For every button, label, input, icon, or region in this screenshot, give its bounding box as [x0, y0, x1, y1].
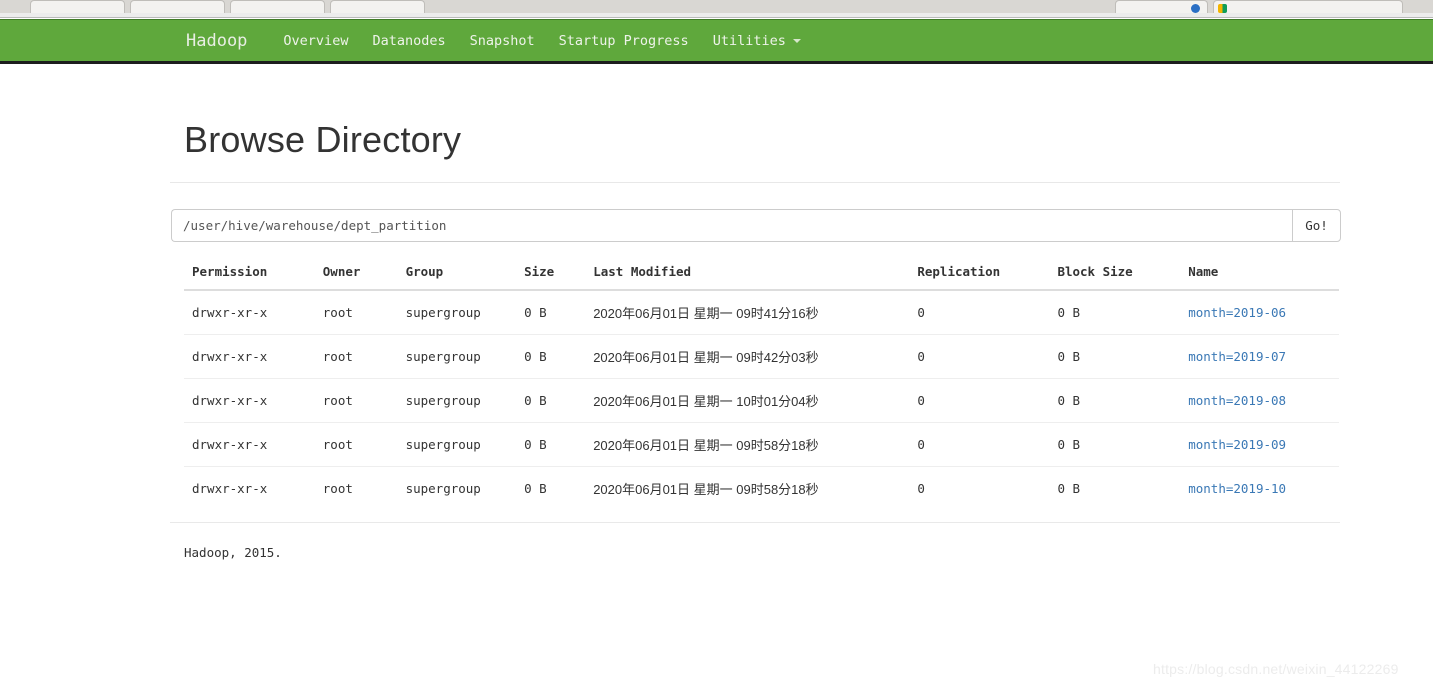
table-row: drwxr-xr-x root supergroup 0 B 2020年06月0… — [184, 290, 1339, 335]
navbar-brand-hadoop[interactable]: Hadoop — [177, 31, 256, 51]
table-body: drwxr-xr-x root supergroup 0 B 2020年06月0… — [184, 290, 1339, 510]
column-header-block-size[interactable]: Block Size — [1049, 259, 1181, 291]
browser-tab[interactable] — [130, 0, 225, 13]
browser-tab-active[interactable] — [1213, 0, 1403, 13]
google-favicon — [1218, 4, 1227, 13]
cell-permission: drwxr-xr-x — [192, 305, 268, 320]
directory-link[interactable]: month=2019-09 — [1188, 437, 1286, 452]
cell-owner: root — [322, 305, 353, 320]
footer-divider — [170, 522, 1340, 523]
cell-last-modified: 2020年06月01日 星期一 09时58分18秒 — [585, 422, 910, 467]
directory-link[interactable]: month=2019-07 — [1188, 349, 1286, 364]
cell-owner: root — [314, 334, 398, 379]
cell-block-size: 0 B — [1049, 466, 1181, 510]
nav-item-overview[interactable]: Overview — [271, 33, 360, 49]
title-divider — [170, 182, 1340, 183]
table-header: Permission Owner Group Size Last Modifie… — [184, 259, 1339, 291]
cell-block-size: 0 B — [1049, 422, 1181, 467]
cell-group: supergroup — [397, 466, 517, 510]
cell-replication: 0 — [909, 334, 1050, 379]
watermark: https://blog.csdn.net/weixin_44122269 — [1153, 661, 1399, 677]
directory-link[interactable]: month=2019-06 — [1188, 305, 1286, 320]
browser-tab[interactable] — [30, 0, 125, 13]
cell-block-size: 0 B — [1049, 334, 1181, 379]
cell-last-modified: 2020年06月01日 星期一 09时42分03秒 — [585, 334, 910, 379]
cell-owner: root — [314, 422, 398, 467]
cell-group: supergroup — [397, 378, 517, 423]
browser-tab-active[interactable] — [1115, 0, 1208, 13]
navbar-items: Hadoop Overview Datanodes Snapshot Start… — [177, 20, 813, 62]
go-button[interactable]: Go! — [1292, 209, 1341, 242]
cell-owner: root — [314, 466, 398, 510]
nav-item-datanodes[interactable]: Datanodes — [360, 33, 457, 49]
main-navbar: Hadoop Overview Datanodes Snapshot Start… — [0, 19, 1433, 64]
column-header-last-modified[interactable]: Last Modified — [585, 259, 910, 291]
cell-name: month=2019-07 — [1180, 334, 1339, 379]
cell-size: 0 B — [516, 466, 586, 510]
page-title: Browse Directory — [184, 119, 462, 160]
directory-table: Permission Owner Group Size Last Modifie… — [184, 259, 1339, 510]
nav-item-utilities-label: Utilities — [712, 33, 786, 49]
cell-replication: 0 — [909, 466, 1050, 510]
nav-item-startup-progress[interactable]: Startup Progress — [547, 33, 701, 49]
cell-permission: drwxr-xr-x — [184, 466, 315, 510]
cell-size: 0 B — [516, 378, 586, 423]
cell-last-modified: 2020年06月01日 星期一 10时01分04秒 — [585, 378, 910, 423]
column-header-size[interactable]: Size — [516, 259, 586, 291]
table-row: drwxr-xr-x root supergroup 0 B 2020年06月0… — [184, 334, 1339, 379]
blue-circle-favicon — [1191, 4, 1200, 13]
browser-tab[interactable] — [330, 0, 425, 13]
cell-block-size: 0 B — [1049, 378, 1181, 423]
browser-chrome-divider — [0, 13, 1433, 18]
path-input[interactable] — [171, 209, 1292, 242]
cell-group: supergroup — [397, 334, 517, 379]
column-header-name[interactable]: Name — [1180, 259, 1339, 291]
browser-chrome — [0, 0, 1433, 13]
table-row: drwxr-xr-x root supergroup 0 B 2020年06月0… — [184, 466, 1339, 510]
cell-name: month=2019-06 — [1180, 290, 1339, 335]
nav-item-snapshot[interactable]: Snapshot — [458, 33, 547, 49]
chevron-down-icon — [792, 39, 801, 43]
cell-permission: drwxr-xr-x — [184, 378, 315, 423]
table-row: drwxr-xr-x root supergroup 0 B 2020年06月0… — [184, 422, 1339, 467]
directory-link[interactable]: month=2019-08 — [1188, 393, 1286, 408]
cell-size: 0 B — [524, 305, 547, 320]
cell-last-modified: 2020年06月01日 星期一 09时58分18秒 — [585, 466, 910, 510]
browser-tab[interactable] — [230, 0, 325, 13]
cell-replication: 0 — [917, 305, 925, 320]
directory-link[interactable]: month=2019-10 — [1188, 481, 1286, 496]
column-header-group[interactable]: Group — [397, 259, 517, 291]
cell-permission: drwxr-xr-x — [184, 334, 315, 379]
cell-name: month=2019-10 — [1180, 466, 1339, 510]
column-header-owner[interactable]: Owner — [314, 259, 398, 291]
column-header-permission[interactable]: Permission — [184, 259, 315, 291]
column-header-replication[interactable]: Replication — [909, 259, 1050, 291]
cell-block-size: 0 B — [1057, 305, 1081, 320]
cell-size: 0 B — [516, 422, 586, 467]
cell-group: supergroup — [397, 422, 517, 467]
cell-owner: root — [314, 378, 398, 423]
nav-item-utilities[interactable]: Utilities — [701, 33, 813, 49]
cell-replication: 0 — [909, 422, 1050, 467]
cell-last-modified: 2020年06月01日 星期一 09时41分16秒 — [593, 306, 819, 321]
footer-text: Hadoop, 2015. — [184, 545, 282, 560]
path-form: Go! — [171, 209, 1341, 242]
cell-name: month=2019-08 — [1180, 378, 1339, 423]
cell-size: 0 B — [516, 334, 586, 379]
cell-name: month=2019-09 — [1180, 422, 1339, 467]
cell-group: supergroup — [405, 305, 481, 320]
cell-permission: drwxr-xr-x — [184, 422, 315, 467]
cell-replication: 0 — [909, 378, 1050, 423]
table-row: drwxr-xr-x root supergroup 0 B 2020年06月0… — [184, 378, 1339, 423]
table-header-row: Permission Owner Group Size Last Modifie… — [184, 259, 1339, 291]
